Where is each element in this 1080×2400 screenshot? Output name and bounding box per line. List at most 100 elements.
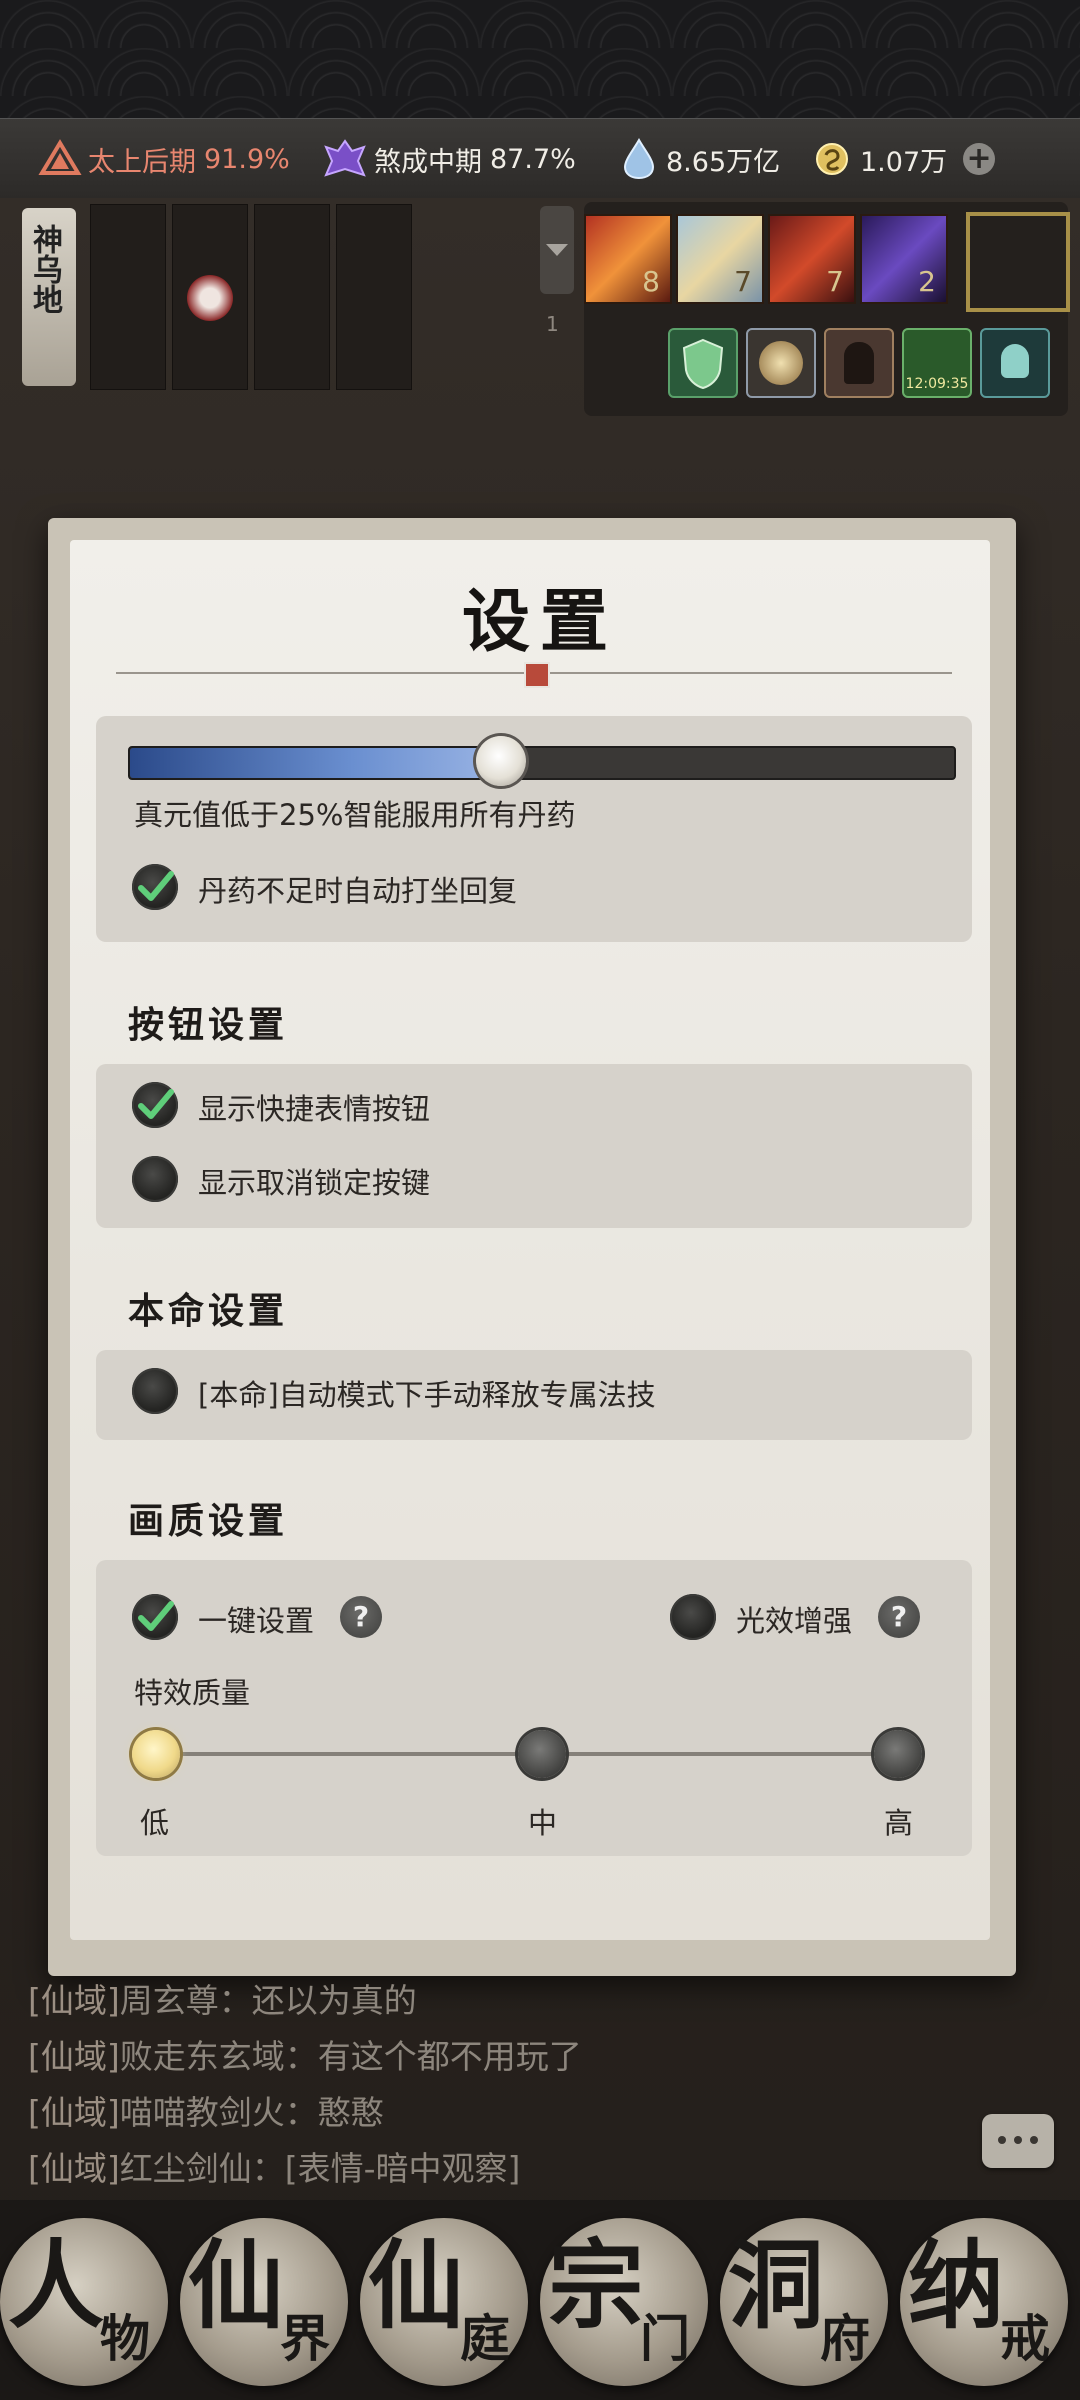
location-tag[interactable]: 神乌地 bbox=[22, 208, 76, 386]
elixir-slider-knob[interactable] bbox=[476, 736, 526, 786]
skill-count: 2 bbox=[918, 265, 936, 298]
location-label: 神乌地 bbox=[27, 224, 62, 314]
nav-ring-button[interactable]: 纳 戒 bbox=[900, 2218, 1068, 2386]
skill-slot-1[interactable]: 8 bbox=[584, 214, 672, 304]
nav-small-char: 物 bbox=[100, 2309, 150, 2368]
quality-option-mid[interactable] bbox=[518, 1730, 566, 1778]
nav-big-char: 人 bbox=[8, 2229, 104, 2342]
chat-channel: [仙域] bbox=[28, 2093, 120, 2132]
spirit-stone-resource[interactable]: 8.65万亿 bbox=[622, 119, 780, 199]
quality-option-low[interactable] bbox=[132, 1730, 180, 1778]
nav-big-char: 仙 bbox=[368, 2229, 464, 2342]
nav-sect-button[interactable]: 宗 门 bbox=[540, 2218, 708, 2386]
chat-sender: 败走东玄域： bbox=[119, 2037, 318, 2076]
water-drop-icon bbox=[623, 138, 655, 180]
gold-resource[interactable]: 1.07万 + bbox=[814, 119, 996, 199]
one-key-label: 一键设置 bbox=[198, 1604, 315, 1638]
checkmark-icon bbox=[138, 1601, 174, 1631]
nav-immortal-realm-button[interactable]: 仙 界 bbox=[180, 2218, 348, 2386]
natal-manual-checkbox[interactable] bbox=[132, 1368, 178, 1414]
nav-small-char: 庭 bbox=[460, 2309, 510, 2368]
nav-character-button[interactable]: 人 物 bbox=[0, 2218, 168, 2386]
chat-line[interactable]: [仙域]喵喵教剑火：憨憨 bbox=[28, 2086, 384, 2134]
help-icon[interactable]: ? bbox=[878, 1596, 920, 1638]
elixir-slider-fill bbox=[130, 748, 501, 778]
soul-resource[interactable]: 煞成中期 87.7% bbox=[322, 119, 576, 199]
realm-icon bbox=[38, 139, 82, 175]
checkmark-icon bbox=[138, 1089, 174, 1119]
button-section-title: 按钮设置 bbox=[128, 1004, 289, 1046]
chat-message: 还以为真的 bbox=[251, 1981, 417, 2020]
checkmark-icon bbox=[138, 871, 174, 901]
nav-immortal-court-button[interactable]: 仙 庭 bbox=[360, 2218, 528, 2386]
natal-manual-label: [本命]自动模式下手动释放专属法技 bbox=[198, 1378, 656, 1412]
chat-bubble-icon[interactable] bbox=[982, 2114, 1054, 2168]
resource-bar: 太上后期 91.9% 煞成中期 87.7% 8.65万亿 1.07万 + bbox=[0, 118, 1080, 200]
team-slot[interactable] bbox=[336, 204, 412, 390]
chat-message: 憨憨 bbox=[317, 2093, 384, 2132]
chat-message: 有这个都不用玩了 bbox=[317, 2037, 582, 2076]
light-boost-checkbox[interactable] bbox=[670, 1594, 716, 1640]
quality-option-high[interactable] bbox=[874, 1730, 922, 1778]
light-boost-label: 光效增强 bbox=[736, 1604, 853, 1638]
nav-big-char: 宗 bbox=[548, 2229, 644, 2342]
quality-label-high: 高 bbox=[884, 1806, 914, 1840]
effect-quality-label: 特效质量 bbox=[134, 1676, 251, 1710]
show-emote-label: 显示快捷表情按钮 bbox=[198, 1092, 431, 1126]
nav-big-char: 仙 bbox=[188, 2229, 284, 2342]
soul-name: 煞成中期 bbox=[374, 146, 482, 178]
shield-buff-icon[interactable] bbox=[668, 328, 738, 398]
elixir-text: 真元值低于25%智能服用所有丹药 bbox=[134, 798, 576, 832]
skill-slot-3[interactable]: 7 bbox=[768, 214, 856, 304]
chat-line[interactable]: [仙域]败走东玄域：有这个都不用玩了 bbox=[28, 2030, 582, 2078]
slot-count: 1 bbox=[546, 312, 559, 336]
nav-big-char: 洞 bbox=[728, 2229, 824, 2342]
skill-slot-2[interactable]: 7 bbox=[676, 214, 764, 304]
nav-small-char: 府 bbox=[820, 2309, 870, 2368]
quality-label-low: 低 bbox=[140, 1806, 170, 1840]
chat-channel: [仙域] bbox=[28, 1981, 120, 2020]
skill-count: 8 bbox=[642, 265, 660, 298]
auto-meditate-checkbox[interactable] bbox=[132, 864, 178, 910]
timer-buff-icon[interactable]: 12:09:35 bbox=[902, 328, 972, 398]
demon-icon bbox=[324, 139, 366, 177]
soul-percent: 87.7% bbox=[490, 143, 576, 175]
chat-line[interactable]: [仙域]周玄尊：还以为真的 bbox=[28, 1974, 417, 2022]
graphics-section-title: 画质设置 bbox=[128, 1500, 289, 1542]
natal-section-title: 本命设置 bbox=[128, 1290, 289, 1332]
skill-count: 7 bbox=[826, 265, 844, 298]
nav-small-char: 戒 bbox=[1000, 2309, 1050, 2368]
chat-sender: 喵喵教剑火： bbox=[119, 2093, 318, 2132]
elixir-slider[interactable] bbox=[128, 736, 956, 786]
quality-label-mid: 中 bbox=[528, 1806, 558, 1840]
chat-channel: [仙域] bbox=[28, 2037, 120, 2076]
figure-buff-icon[interactable] bbox=[824, 328, 894, 398]
nav-cave-button[interactable]: 洞 府 bbox=[720, 2218, 888, 2386]
chat-line[interactable]: [仙域]红尘剑仙：[表情-暗中观察] bbox=[28, 2142, 520, 2190]
help-icon[interactable]: ? bbox=[340, 1596, 382, 1638]
chevron-down-icon[interactable] bbox=[540, 206, 574, 294]
dialog-title: 设置 bbox=[461, 582, 618, 662]
orb-buff-icon[interactable] bbox=[746, 328, 816, 398]
skill-slot-empty[interactable] bbox=[966, 212, 1070, 312]
nav-small-char: 界 bbox=[280, 2309, 330, 2368]
one-key-checkbox[interactable] bbox=[132, 1594, 178, 1640]
cultivation-percent: 91.9% bbox=[204, 143, 290, 175]
team-slot[interactable] bbox=[90, 204, 166, 390]
team-slot[interactable] bbox=[172, 204, 248, 390]
skill-slot-4[interactable]: 2 bbox=[860, 214, 948, 304]
show-emote-checkbox[interactable] bbox=[132, 1082, 178, 1128]
buff-timer: 12:09:35 bbox=[905, 376, 969, 392]
meditate-buff-icon[interactable] bbox=[980, 328, 1050, 398]
chat-sender: 周玄尊： bbox=[119, 1981, 252, 2020]
nav-big-char: 纳 bbox=[908, 2229, 1004, 2342]
team-slot[interactable] bbox=[254, 204, 330, 390]
show-unlock-checkbox[interactable] bbox=[132, 1156, 178, 1202]
coin-icon bbox=[816, 143, 848, 175]
cultivation-resource[interactable]: 太上后期 91.9% bbox=[38, 119, 290, 199]
chat-message: [表情-暗中观察] bbox=[284, 2149, 521, 2188]
plus-icon[interactable]: + bbox=[963, 143, 996, 175]
skill-count: 7 bbox=[734, 265, 752, 298]
gold-value: 1.07万 bbox=[860, 146, 948, 178]
avatar bbox=[187, 275, 233, 321]
